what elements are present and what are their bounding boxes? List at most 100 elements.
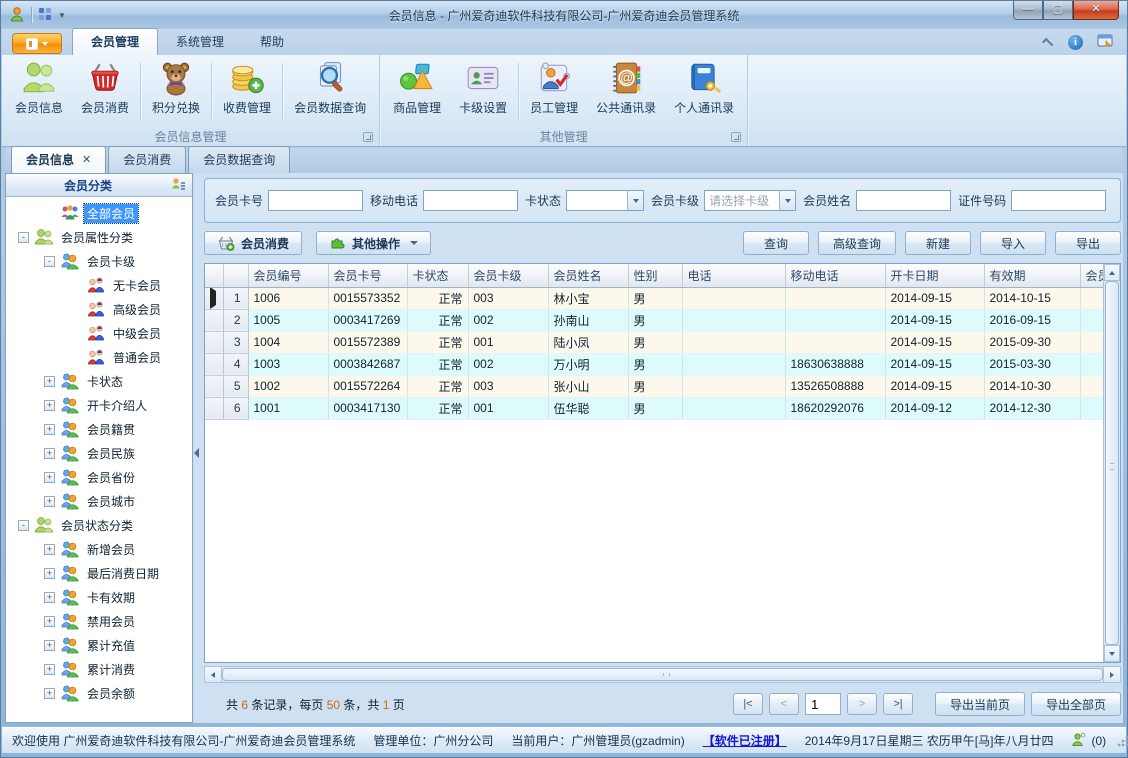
tree-item[interactable]: 全部会员	[6, 201, 192, 225]
column-header[interactable]: 会员姓名	[548, 264, 629, 288]
collapse-icon[interactable]: -	[18, 519, 29, 531]
tree-item[interactable]: + 最后消费日期	[6, 561, 192, 585]
card-status-select[interactable]	[566, 190, 645, 211]
next-page-button[interactable]: >	[846, 693, 877, 715]
card-level-select[interactable]: 请选择卡级	[704, 190, 797, 211]
tree-item[interactable]: 高级会员	[6, 297, 192, 321]
doc-tab-member-data-query[interactable]: 会员数据查询	[188, 146, 291, 173]
column-header[interactable]: 会员卡级	[468, 264, 549, 288]
quick-access-grid-icon[interactable]	[38, 7, 52, 24]
doc-tab-member-info[interactable]: 会员信息 ✕	[11, 146, 107, 173]
tree-item[interactable]: + 禁用会员	[6, 609, 192, 633]
points-exchange-button[interactable]: 积分兑换	[143, 57, 209, 127]
expand-icon[interactable]: +	[44, 543, 55, 555]
collapse-ribbon-icon[interactable]	[1041, 37, 1054, 50]
table-row[interactable]: 4 1003 0003842687 正常 002 万小明男 18630638888 2014-…	[205, 353, 1103, 376]
column-header[interactable]: 电话	[682, 264, 786, 288]
expand-icon[interactable]: +	[44, 591, 55, 603]
card-no-input[interactable]	[268, 190, 364, 211]
personal-contacts-button[interactable]: 个人通讯录	[665, 57, 743, 127]
expand-icon[interactable]: +	[44, 447, 55, 459]
expand-icon[interactable]: +	[44, 495, 55, 507]
column-header[interactable]: 会员卡号	[328, 264, 408, 288]
member-consume-button[interactable]: 会员消费	[204, 231, 303, 255]
member-consume-button-ribbon[interactable]: 会员消费	[72, 57, 138, 127]
prev-page-button[interactable]: <	[768, 693, 799, 715]
public-contacts-button[interactable]: @ 公共通讯录	[587, 57, 665, 127]
category-settings-icon[interactable]	[170, 177, 186, 193]
new-button[interactable]: 新建	[905, 231, 971, 255]
expand-icon[interactable]: +	[44, 615, 55, 627]
expand-icon[interactable]: +	[44, 471, 55, 483]
first-page-button[interactable]: |<	[732, 693, 763, 715]
export-current-page-button[interactable]: 导出当前页	[934, 692, 1025, 716]
close-button[interactable]: ✕	[1073, 1, 1119, 20]
horizontal-scroll-thumb[interactable]	[222, 668, 1103, 681]
tree-item[interactable]: + 会员省份	[6, 465, 192, 489]
export-all-pages-button[interactable]: 导出全部页	[1030, 692, 1121, 716]
goods-management-button[interactable]: 商品管理	[384, 57, 450, 127]
advanced-query-button[interactable]: 高级查询	[817, 231, 896, 255]
last-page-button[interactable]: >|	[882, 693, 913, 715]
table-row[interactable]: 1 1006 0015573352 正常 003 林小宝男 2014-09-15 2014-1…	[205, 287, 1103, 310]
tree-item[interactable]: + 新增会员	[6, 537, 192, 561]
doc-tab-member-consume[interactable]: 会员消费	[108, 146, 187, 173]
sidebar-splitter[interactable]	[193, 173, 200, 723]
chevron-down-icon[interactable]	[779, 191, 796, 210]
scroll-down-icon[interactable]	[1104, 645, 1120, 662]
card-level-settings-button[interactable]: 卡级设置	[450, 57, 516, 127]
id-number-input[interactable]	[1011, 190, 1107, 211]
horizontal-scrollbar[interactable]	[204, 666, 1121, 683]
close-tab-icon[interactable]: ✕	[82, 153, 91, 166]
tree-item[interactable]: 无卡会员	[6, 273, 192, 297]
member-data-query-button[interactable]: 会员数据查询	[285, 57, 375, 127]
tree-item[interactable]: + 累计消费	[6, 657, 192, 681]
import-button[interactable]: 导入	[980, 231, 1046, 255]
dialog-launcher-icon[interactable]	[731, 132, 742, 142]
column-header[interactable]: 开卡日期	[885, 264, 985, 288]
scroll-left-icon[interactable]	[205, 667, 222, 682]
tree-item[interactable]: + 开卡介绍人	[6, 393, 192, 417]
app-menu-button[interactable]	[12, 33, 62, 54]
table-row[interactable]: 3 1004 0015572389 正常 001 陆小凤男 2014-09-15 2015-0…	[205, 331, 1103, 354]
staff-management-button[interactable]: 员工管理	[521, 57, 587, 127]
online-user-icon[interactable]	[1071, 732, 1086, 750]
minimize-button[interactable]: —	[1013, 1, 1043, 20]
table-row[interactable]: 2 1005 0003417269 正常 002 孙南山男 2014-09-15 2016-0…	[205, 309, 1103, 332]
dialog-launcher-icon[interactable]	[363, 132, 374, 142]
expand-icon[interactable]: +	[44, 663, 55, 675]
feedback-icon[interactable]	[1097, 33, 1114, 51]
table-row[interactable]: 6 1001 0003417130 正常 001 伍华聪男 18620292076 2014-…	[205, 397, 1103, 420]
expand-icon[interactable]: +	[44, 567, 55, 579]
mobile-input[interactable]	[423, 190, 519, 211]
expand-icon[interactable]: +	[44, 423, 55, 435]
column-header[interactable]: 性别	[628, 264, 683, 288]
tree-item[interactable]: + 会员余额	[6, 681, 192, 705]
quick-access-dropdown-icon[interactable]: ▼	[58, 11, 66, 20]
tree-item[interactable]: + 卡有效期	[6, 585, 192, 609]
scroll-up-icon[interactable]	[1104, 264, 1120, 281]
ribbon-tab-member-mgmt[interactable]: 会员管理	[72, 28, 159, 55]
tree-item[interactable]: 普通会员	[6, 345, 192, 369]
chevron-down-icon[interactable]	[627, 191, 644, 210]
tree-item[interactable]: + 会员民族	[6, 441, 192, 465]
resize-grip[interactable]	[1117, 734, 1128, 747]
column-header[interactable]: 会员	[1080, 264, 1103, 288]
expand-icon[interactable]: +	[44, 375, 55, 387]
tree-item[interactable]: - 会员卡级	[6, 249, 192, 273]
tree-item[interactable]: - 会员状态分类	[6, 513, 192, 537]
ribbon-tab-system-mgmt[interactable]: 系统管理	[158, 29, 242, 55]
column-header[interactable]: 有效期	[984, 264, 1081, 288]
registered-link[interactable]: 【软件已注册】	[703, 732, 787, 749]
column-header[interactable]: 会员编号	[248, 264, 329, 288]
member-info-button[interactable]: 会员信息	[6, 57, 72, 127]
tree-item[interactable]: + 卡状态	[6, 369, 192, 393]
other-operations-button[interactable]: 其他操作	[316, 231, 432, 255]
expand-icon[interactable]: +	[44, 639, 55, 651]
vertical-scrollbar[interactable]	[1103, 264, 1120, 662]
export-button[interactable]: 导出	[1055, 231, 1121, 255]
tree-item[interactable]: + 会员城市	[6, 489, 192, 513]
maximize-button[interactable]: ▢	[1043, 1, 1073, 20]
query-button[interactable]: 查询	[742, 231, 809, 255]
expand-icon[interactable]: +	[44, 687, 55, 699]
